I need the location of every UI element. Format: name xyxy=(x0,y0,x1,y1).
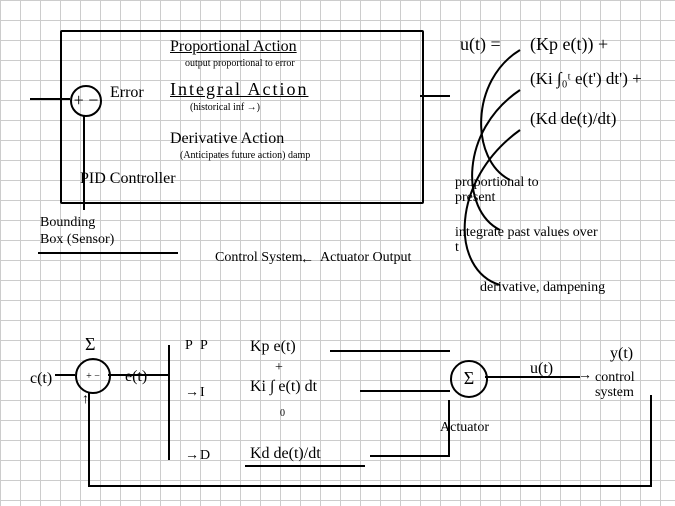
c-to-sum xyxy=(55,374,75,376)
integral-note: (historical inf →) xyxy=(190,102,260,113)
sensor-label-2: Box (Sensor) xyxy=(40,232,114,247)
fb-arrow-up-icon: ↑ xyxy=(82,392,89,407)
actuator-label: Actuator xyxy=(440,420,489,435)
d-to-sum2 xyxy=(370,455,450,457)
branch-i-lbl: I xyxy=(200,385,205,400)
expr-i: Ki ∫ e(t) dt xyxy=(250,378,317,396)
control-system-label: Control System xyxy=(215,250,303,265)
control-system-block: control system xyxy=(595,370,665,401)
sigma-label-top: Σ xyxy=(85,335,95,355)
branch-p-lbl: P xyxy=(200,338,208,353)
error-e: e(t) xyxy=(125,368,147,386)
expr-d: Kd de(t)/dt xyxy=(250,445,321,463)
annotation-present: proportional to present xyxy=(455,175,575,206)
arrow-feedback-up xyxy=(83,115,85,210)
sum-sign-lower: + − xyxy=(86,371,100,382)
expr-p-plus: + xyxy=(275,360,283,375)
u-t: u(t) xyxy=(530,360,553,378)
actuator-output-label: Actuator Output xyxy=(320,250,411,265)
p-to-sum2 xyxy=(330,350,450,352)
y-t: y(t) xyxy=(610,345,633,363)
arrow-in-left xyxy=(30,98,70,100)
branch-d-lbl: D xyxy=(200,448,210,463)
pid-controller-label: PID Controller xyxy=(80,170,176,188)
branch-i-arrow: → xyxy=(185,385,199,400)
expr-d-underline xyxy=(245,465,365,467)
derivative-note: (Anticipates future action) damp xyxy=(180,150,310,161)
sensor-label-1: Bounding xyxy=(40,215,95,230)
derivative-title: Derivative Action xyxy=(170,130,284,148)
sum-sign: + − xyxy=(74,91,99,111)
split-vert xyxy=(168,345,170,460)
pid-out-line xyxy=(420,95,450,97)
sum-node-lower-1: + − xyxy=(75,358,111,394)
sensor-underline xyxy=(38,252,178,254)
arrow-left-icon: ← xyxy=(300,252,314,267)
error-label: Error xyxy=(110,84,144,102)
proportional-note: output proportional to error xyxy=(185,58,295,69)
proportional-title: Proportional Action xyxy=(170,38,297,56)
expr-i-lower: 0 xyxy=(280,408,285,419)
fb-down xyxy=(650,395,652,485)
sum2-to-u xyxy=(485,376,580,378)
arrow-to-control: → xyxy=(578,368,592,383)
input-c: c(t) xyxy=(30,370,52,388)
fb-bottom xyxy=(88,485,652,487)
sum-node-lower-2: Σ xyxy=(450,360,488,398)
annotation-past: integrate past values over t xyxy=(455,225,605,256)
sum-node-top: + − xyxy=(70,85,102,117)
sum-to-e xyxy=(108,374,168,376)
sigma-2: Σ xyxy=(464,369,474,389)
branch-d-arrow: → xyxy=(185,448,199,463)
annotation-future: derivative, dampening xyxy=(480,280,620,295)
expr-p: Kp e(t) xyxy=(250,338,296,356)
i-to-sum2 xyxy=(360,390,450,392)
branch-p: P xyxy=(185,338,193,353)
integral-title: Integral Action xyxy=(170,80,308,100)
